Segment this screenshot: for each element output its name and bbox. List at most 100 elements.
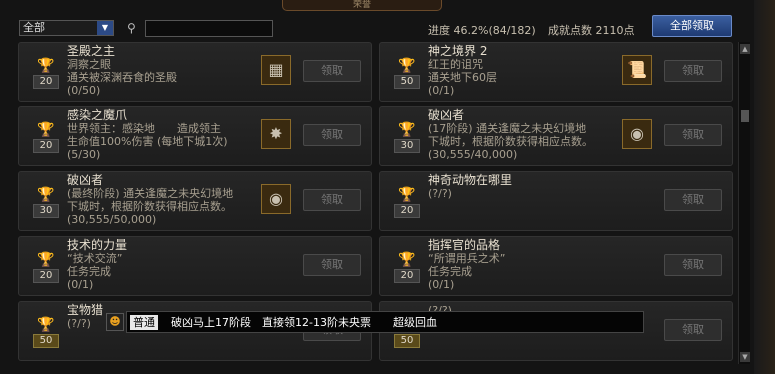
emoji-icon: ☻ (106, 313, 124, 331)
trophy-icon: 🏆 20 (394, 249, 420, 285)
cup-icon: 🏆 (37, 187, 55, 203)
achievement-line: 通关地下60层 (428, 71, 497, 84)
trophy-icon: 🏆 20 (394, 184, 420, 220)
achievement-points: 20 (33, 75, 59, 89)
achievement-line: 生命值100%伤害 (每地下城1次) (67, 135, 228, 148)
cup-icon: 🏆 (37, 58, 55, 74)
claim-button[interactable]: 领取 (664, 319, 722, 341)
achievement-line: 下城时，根据阶数获得相应点数。 (67, 200, 232, 213)
achievement-title: 神奇动物在哪里 (428, 173, 513, 187)
achievement-text: 神奇动物在哪里 (?/?) (428, 173, 628, 201)
achievement-points: 20 (394, 204, 420, 218)
achievement-text: 破凶者 (最终阶段) 通关逢魔之未央幻境地 下城时，根据阶数获得相应点数。 (30,5… (67, 173, 267, 227)
achievement-points: 30 (394, 139, 420, 153)
window-title: 荣誉 (352, 0, 371, 10)
achievement-line: 红王的诅咒 (428, 58, 483, 71)
achievement-line: (0/1) (428, 84, 455, 97)
background-edge (754, 0, 775, 374)
scroll-up-icon[interactable]: ▲ (740, 44, 750, 54)
chevron-down-icon[interactable]: ▼ (97, 21, 113, 35)
filter-value: 全部 (23, 21, 45, 34)
achievement-line: 下城时，根据阶数获得相应点数。 (428, 135, 593, 148)
cup-icon: 🏆 (37, 252, 55, 268)
achievement-text: 指挥官的品格 “所谓用兵之术” 任务完成 (0/1) (428, 238, 628, 292)
achievement-card: 🏆 20 神奇动物在哪里 (?/?) 领取 (379, 171, 733, 231)
achievement-line: 任务完成 (428, 265, 472, 278)
achievement-points: 50 (394, 334, 420, 348)
achievement-points: 50 (394, 75, 420, 89)
trophy-icon: 🏆 30 (394, 119, 420, 155)
scroll-icon[interactable]: 📜 (622, 55, 652, 85)
cup-icon: 🏆 (37, 122, 55, 138)
claim-all-button[interactable]: 全部领取 (652, 15, 732, 37)
claim-button[interactable]: 领取 (664, 60, 722, 82)
search-input[interactable] (145, 20, 273, 37)
chat-bubble: ☻ 普通 破凶马上17阶段 直接领12-13阶未央票 超级回血 (106, 311, 644, 333)
search-icon: ⚲ (127, 21, 136, 35)
achievement-text: 圣殿之主 洞察之眼 通关被深渊吞食的圣殿 (0/50) (67, 44, 267, 98)
window-title-tab: 荣誉 (282, 0, 442, 11)
trophy-icon: 🏆 20 (33, 249, 59, 285)
achievement-line: 洞察之眼 (67, 58, 111, 71)
category-filter-select[interactable]: 全部 ▼ (19, 20, 114, 36)
progress-text: 进度 46.2%(84/182) (428, 24, 536, 37)
achievement-card: 🏆 20 指挥官的品格 “所谓用兵之术” 任务完成 (0/1) 领取 (379, 236, 733, 296)
sparkle-icon[interactable]: ✸ (261, 119, 291, 149)
emblem-icon[interactable]: ◉ (622, 119, 652, 149)
achievement-line: (0/1) (428, 278, 455, 291)
scroll-down-icon[interactable]: ▼ (740, 352, 750, 362)
claim-button[interactable]: 领取 (303, 189, 361, 211)
achievement-points: 20 (33, 139, 59, 153)
achievement-title: 技术的力量 (67, 238, 128, 252)
claim-button[interactable]: 领取 (303, 124, 361, 146)
achievement-line: (?/?) (428, 187, 452, 200)
achievement-line: 任务完成 (67, 265, 111, 278)
achievement-text: 破凶者 (17阶段) 通关逢魔之未央幻境地 下城时，根据阶数获得相应点数。 (30,5… (428, 108, 628, 162)
achievement-card: 🏆 30 破凶者 (最终阶段) 通关逢魔之未央幻境地 下城时，根据阶数获得相应点数。 (3… (18, 171, 372, 231)
achievement-line: (0/1) (67, 278, 94, 291)
trophy-icon: 🏆 20 (33, 55, 59, 91)
claim-button[interactable]: 领取 (664, 189, 722, 211)
claim-button[interactable]: 领取 (303, 254, 361, 276)
achievement-line: 世界领主：感染地 造成领主 (67, 122, 221, 135)
claim-button[interactable]: 领取 (664, 254, 722, 276)
scrollbar[interactable]: ▲ ▼ (738, 42, 750, 364)
achievement-title: 感染之魔爪 (67, 108, 128, 122)
achievement-line: (30,555/50,000) (67, 213, 157, 226)
achievement-text: 神之境界 2 红王的诅咒 通关地下60层 (0/1) (428, 44, 628, 98)
achievement-line: (17阶段) 通关逢魔之未央幻境地 (428, 122, 587, 135)
cup-icon: 🏆 (398, 58, 416, 74)
trophy-icon: 🏆50 (33, 314, 59, 350)
cup-icon: 🏆 (398, 187, 416, 203)
achievement-card: 🏆 20 技术的力量 “技术交流” 任务完成 (0/1) 领取 (18, 236, 372, 296)
achievement-title: 破凶者 (67, 173, 104, 187)
trophy-icon: 🏆 20 (33, 119, 59, 155)
chat-message: 破凶马上17阶段 直接领12-13阶未央票 超级回血 (171, 316, 437, 329)
achievement-line: (0/50) (67, 84, 101, 97)
chat-channel-tag: 普通 (130, 315, 158, 330)
achievement-card: 🏆 20 感染之魔爪 世界领主：感染地 造成领主 生命值100%伤害 (每地下城1次)(… (18, 106, 372, 166)
achievement-title: 指挥官的品格 (428, 238, 501, 252)
achievement-title: 破凶者 (428, 108, 465, 122)
achievement-card: 🏆 30 破凶者 (17阶段) 通关逢魔之未央幻境地 下城时，根据阶数获得相应点数。 (3… (379, 106, 733, 166)
claim-button[interactable]: 领取 (664, 124, 722, 146)
achievement-line: (5/30) (67, 148, 101, 161)
emblem-icon[interactable]: ◉ (261, 184, 291, 214)
achievement-points: 50 (33, 334, 59, 348)
trophy-icon: 🏆 30 (33, 184, 59, 220)
achievement-card: 🏆 20 圣殿之主 洞察之眼 通关被深渊吞食的圣殿 (0/50) ▦ 领取 (18, 42, 372, 102)
scroll-thumb[interactable] (741, 110, 749, 122)
achievement-points-text: 成就点数 2110点 (548, 24, 635, 37)
achievement-line: “所谓用兵之术” (428, 252, 506, 265)
treasure-map-icon[interactable]: ▦ (261, 55, 291, 85)
achievement-text: 感染之魔爪 世界领主：感染地 造成领主 生命值100%伤害 (每地下城1次) (5/3… (67, 108, 267, 162)
cup-icon: 🏆 (398, 122, 416, 138)
achievement-points: 30 (33, 204, 59, 218)
achievement-title: 神之境界 2 (428, 44, 488, 58)
trophy-icon: 🏆50 (394, 55, 420, 91)
achievement-line: 通关被深渊吞食的圣殿 (67, 71, 177, 84)
claim-button[interactable]: 领取 (303, 60, 361, 82)
achievement-line: “技术交流” (67, 252, 123, 265)
achievement-title: 圣殿之主 (67, 44, 116, 58)
achievement-card: 🏆 50 神之境界 2 红王的诅咒 通关地下60层 (0/1) 📜 领取 (379, 42, 733, 102)
